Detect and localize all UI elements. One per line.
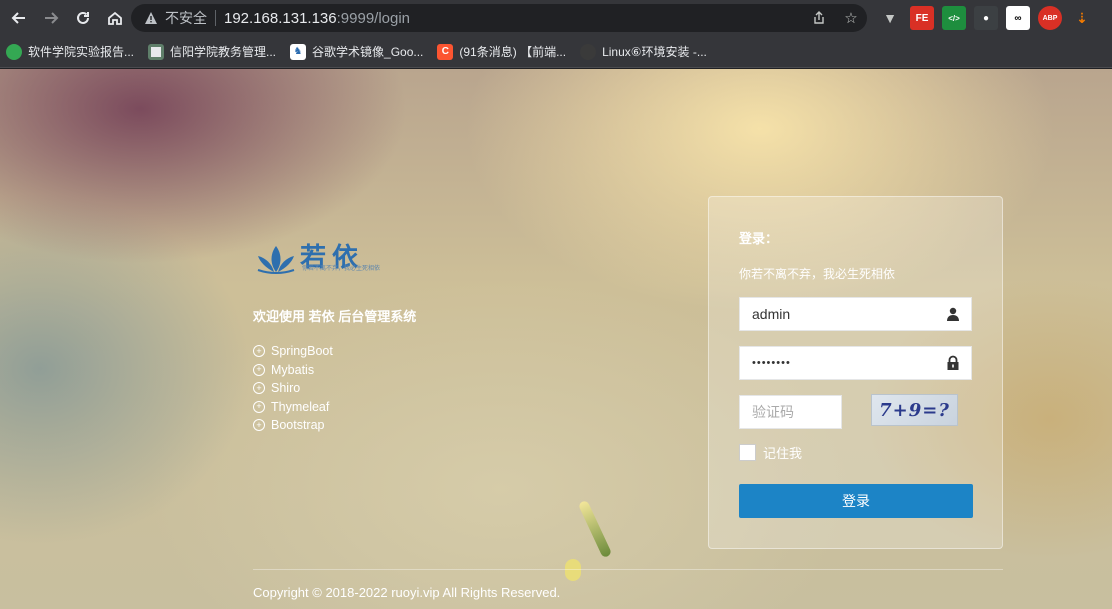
address-bar[interactable]: 不安全 192.168.131.136 :9999/login ☆ (131, 4, 867, 32)
bookmark-item[interactable]: Linux⑥环境安装 -... (580, 43, 707, 60)
background-flower (577, 499, 613, 559)
login-subtitle: 你若不离不弃，我必生死相依 (739, 267, 896, 281)
footer-divider (253, 569, 1003, 570)
password-value: •••••••• (752, 357, 791, 369)
logo-tagline: 你若不离不弃，我必生死相依 (302, 266, 381, 272)
tech-label: Mybatis (271, 362, 315, 377)
bookmark-label: (91条消息) 【前端... (459, 45, 567, 59)
remember-label: 记住我 (763, 446, 803, 461)
tech-stack-list: + SpringBoot + Mybatis + Shiro + Thymeleaf +… (253, 342, 333, 435)
captcha-input[interactable]: 验证码 (739, 395, 842, 429)
username-field[interactable]: admin (739, 297, 972, 331)
glasses-extension-icon[interactable]: ∞ (1006, 6, 1030, 30)
url-host: 192.168.131.136 (224, 9, 337, 27)
vivaldi-extension-icon[interactable]: ▼ (878, 6, 902, 30)
fe-extension-icon[interactable]: FE (910, 6, 934, 30)
background-flower (565, 559, 581, 581)
login-title: 登录： (739, 231, 779, 246)
logo: 若依 你若不离不弃，我必生死相依 (256, 237, 380, 274)
browser-toolbar: 不安全 192.168.131.136 :9999/login ☆ ▼ FE <… (0, 0, 1112, 36)
bookmark-favicon-icon: C (437, 43, 454, 60)
back-icon[interactable] (6, 5, 32, 31)
plus-circle-icon: + (253, 382, 265, 395)
reload-icon[interactable] (70, 5, 96, 31)
list-item: + Bootstrap (253, 416, 333, 435)
bookmark-item[interactable]: ♞ 谷歌学术镜像_Goo... (290, 43, 423, 60)
divider (215, 10, 216, 26)
password-field[interactable]: •••••••• (739, 346, 972, 380)
tech-label: SpringBoot (271, 344, 333, 359)
url-path: :9999/login (336, 9, 411, 27)
user-icon (947, 307, 959, 321)
login-form: 登录： 你若不离不弃，我必生死相依 admin •••••••• 验证码 7+9… (708, 196, 1003, 549)
bookmark-label: 信阳学院教务管理... (170, 45, 277, 59)
bookmark-label: 谷歌学术镜像_Goo... (312, 45, 424, 59)
forward-icon[interactable] (38, 5, 64, 31)
share-icon[interactable] (809, 8, 829, 28)
bookmark-item[interactable]: 信阳学院教务管理... (148, 43, 276, 60)
insecure-label: 不安全 (165, 10, 207, 26)
bookmark-favicon-icon (148, 43, 165, 60)
bookmarks-bar: 软件学院实验报告... 信阳学院教务管理... ♞ 谷歌学术镜像_Goo... … (0, 36, 1112, 68)
download-extension-icon[interactable]: ⇣ (1070, 6, 1094, 30)
plus-circle-icon: + (253, 419, 265, 432)
list-item: + SpringBoot (253, 342, 333, 361)
copyright: Copyright © 2018-2022 ruoyi.vip All Righ… (253, 585, 561, 600)
bookmark-star-icon[interactable]: ☆ (841, 8, 861, 28)
list-item: + Thymeleaf (253, 398, 333, 417)
tech-label: Shiro (271, 381, 301, 396)
captcha-placeholder: 验证码 (752, 404, 794, 420)
login-page: 若依 你若不离不弃，我必生死相依 欢迎使用 若依 后台管理系统 + SpringB… (0, 69, 1112, 609)
list-item: + Mybatis (253, 361, 333, 380)
translate-extension-icon[interactable]: ● (974, 6, 998, 30)
plus-circle-icon: + (253, 363, 265, 376)
login-button[interactable]: 登录 (739, 484, 973, 518)
bookmark-label: Linux⑥环境安装 -... (602, 45, 707, 59)
warning-icon (143, 10, 159, 26)
tech-label: Bootstrap (271, 418, 325, 433)
welcome-heading: 欢迎使用 若依 后台管理系统 (253, 309, 417, 324)
bookmark-item[interactable]: 软件学院实验报告... (6, 43, 134, 60)
plus-circle-icon: + (253, 345, 265, 358)
captcha-image[interactable]: 7+9=? (871, 394, 958, 426)
bookmark-label: 软件学院实验报告... (28, 45, 135, 59)
tech-label: Thymeleaf (271, 399, 330, 414)
code-extension-icon[interactable]: </> (942, 6, 966, 30)
bookmark-favicon-icon (6, 43, 22, 60)
list-item: + Shiro (253, 379, 333, 398)
captcha-text: 7+9=? (879, 399, 950, 421)
adblock-extension-icon[interactable]: ABP (1038, 6, 1062, 30)
bookmark-item[interactable]: C (91条消息) 【前端... (437, 43, 566, 60)
username-value: admin (752, 306, 791, 322)
bookmark-favicon-icon: ♞ (290, 43, 307, 60)
lock-icon (947, 355, 959, 370)
logo-leaf-icon (257, 246, 295, 274)
bookmark-favicon-icon (580, 43, 597, 60)
plus-circle-icon: + (253, 400, 265, 413)
remember-me[interactable]: 记住我 (739, 443, 802, 462)
home-icon[interactable] (102, 5, 128, 31)
remember-checkbox[interactable] (739, 444, 756, 461)
